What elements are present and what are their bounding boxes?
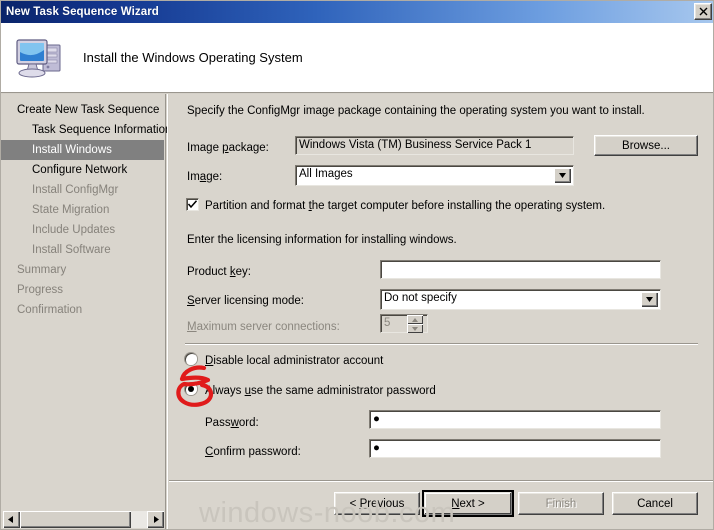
radio-disable-local-admin-label: Disable local administrator account — [205, 355, 384, 367]
image-package-label: Image package: — [187, 142, 269, 154]
sidebar-item-include-updates[interactable]: Include Updates — [1, 220, 165, 240]
sidebar-item-create-new-task-sequence[interactable]: Create New Task Sequence — [1, 100, 165, 120]
scroll-left-icon[interactable] — [3, 511, 20, 528]
image-package-field[interactable]: Windows Vista (TM) Business Service Pack… — [295, 136, 574, 155]
radio-selected-dot — [188, 386, 194, 392]
image-select-value: All Images — [299, 168, 353, 180]
sidebar-item-state-migration[interactable]: State Migration — [1, 200, 165, 220]
image-select[interactable]: All Images — [295, 165, 574, 186]
product-key-label: Product key: — [187, 266, 251, 278]
sidebar-item-task-sequence-information[interactable]: Task Sequence Information — [1, 120, 167, 140]
footer-bar: < Previous Next > Finish Cancel — [169, 480, 713, 529]
max-connections-stepper — [407, 315, 423, 333]
sidebar-item-install-windows[interactable]: Install Windows — [1, 140, 164, 160]
next-button[interactable]: Next > — [422, 490, 514, 517]
licensing-section-description: Enter the licensing information for inst… — [187, 234, 457, 246]
main-content: Specify the ConfigMgr image package cont… — [169, 94, 713, 480]
radio-always-same-password[interactable] — [185, 383, 197, 395]
wizard-window: New Task Sequence Wizard Install the Win… — [0, 0, 714, 530]
sidebar-item-confirmation[interactable]: Confirmation — [1, 300, 165, 320]
cancel-button-label: Cancel — [637, 497, 673, 510]
password-field[interactable]: ● — [369, 410, 661, 429]
chevron-down-icon[interactable] — [554, 168, 571, 183]
triangle-down-glyph — [412, 326, 418, 331]
next-button-inner: Next > — [424, 492, 512, 515]
sidebar-item-install-software[interactable]: Install Software — [1, 240, 165, 260]
cancel-button[interactable]: Cancel — [612, 492, 698, 515]
triangle-down-glyph — [646, 297, 653, 302]
sidebar-item-configure-network[interactable]: Configure Network — [1, 160, 165, 180]
server-licensing-mode-select[interactable]: Do not specify — [380, 289, 661, 310]
finish-button-label: Finish — [545, 497, 577, 510]
sidebar-horizontal-scrollbar[interactable] — [3, 511, 164, 528]
partition-format-label: Partition and format the target computer… — [205, 200, 606, 212]
stepper-down-icon — [407, 324, 423, 333]
password-label: Password: — [205, 417, 259, 429]
triangle-right-glyph — [154, 516, 159, 523]
radio-disable-local-admin[interactable] — [185, 353, 197, 365]
partition-format-checkbox[interactable] — [186, 198, 199, 211]
chevron-down-icon[interactable] — [641, 292, 658, 307]
image-label: Image: — [187, 171, 223, 183]
browse-button[interactable]: Browse... — [594, 135, 698, 156]
step-list: Create New Task Sequence Task Sequence I… — [1, 94, 167, 320]
header-banner: Install the Windows Operating System — [1, 23, 713, 93]
close-glyph — [699, 7, 707, 16]
computer-icon — [16, 38, 61, 77]
product-key-field[interactable] — [380, 260, 661, 279]
browse-button-label: Browse... — [622, 139, 670, 152]
scrollbar-thumb[interactable] — [20, 511, 131, 528]
server-licensing-mode-value: Do not specify — [384, 292, 457, 304]
confirm-password-label: Confirm password: — [205, 446, 301, 458]
page-title: Install the Windows Operating System — [83, 50, 303, 65]
section-divider — [185, 343, 698, 345]
sidebar-item-progress[interactable]: Progress — [1, 280, 165, 300]
scroll-right-icon[interactable] — [147, 511, 164, 528]
window-title: New Task Sequence Wizard — [6, 6, 159, 18]
image-section-description: Specify the ConfigMgr image package cont… — [187, 105, 645, 117]
checkmark-icon — [188, 200, 197, 209]
wizard-steps-sidebar: Create New Task Sequence Task Sequence I… — [1, 94, 168, 529]
radio-always-same-password-label: Always use the same administrator passwo… — [205, 385, 436, 397]
finish-button: Finish — [518, 492, 604, 515]
footer-divider — [169, 481, 713, 482]
server-licensing-mode-label: Server licensing mode: — [187, 295, 304, 307]
sidebar-item-summary[interactable]: Summary — [1, 260, 165, 280]
next-button-label: Next > — [451, 497, 485, 510]
confirm-password-field[interactable]: ● — [369, 439, 661, 458]
close-icon[interactable] — [694, 3, 712, 20]
stepper-up-icon — [407, 315, 423, 324]
titlebar: New Task Sequence Wizard — [1, 1, 713, 23]
previous-button[interactable]: < Previous — [334, 492, 420, 515]
scrollbar-track[interactable] — [20, 511, 147, 528]
previous-button-label: < Previous — [349, 497, 405, 510]
triangle-down-glyph — [559, 173, 566, 178]
triangle-left-glyph — [8, 516, 13, 523]
sidebar-panel: Create New Task Sequence Task Sequence I… — [1, 94, 167, 529]
max-connections-label: Maximum server connections: — [187, 321, 340, 333]
sidebar-item-install-configmgr[interactable]: Install ConfigMgr — [1, 180, 165, 200]
triangle-up-glyph — [412, 317, 418, 322]
